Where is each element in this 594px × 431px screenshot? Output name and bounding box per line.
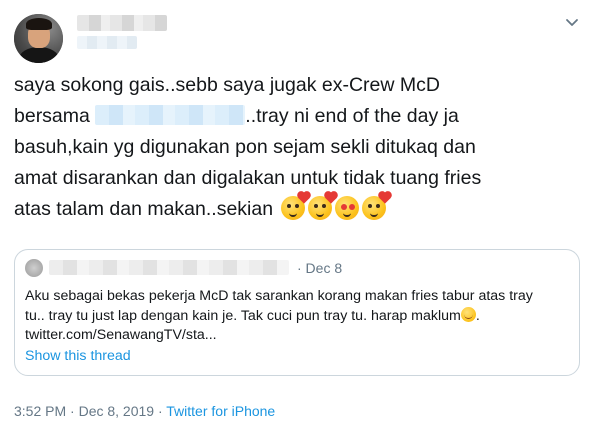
kiss-wink-heart-emoji-icon bbox=[281, 192, 311, 220]
show-thread-link[interactable]: Show this thread bbox=[25, 347, 131, 365]
quoted-date[interactable]: · Dec 8 bbox=[297, 259, 342, 277]
tweet-text-line: basuh,kain yg digunakan pon sejam sekli … bbox=[14, 136, 476, 158]
mention-redacted[interactable] bbox=[95, 105, 246, 125]
smiling-face-with-hearts-emoji-icon bbox=[362, 192, 392, 220]
avatar[interactable] bbox=[14, 14, 63, 63]
tweet-timestamp[interactable]: 3:52 PM · Dec 8, 2019 bbox=[14, 403, 154, 419]
quoted-text-line: Aku sebagai bekas pekerja McD tak sarank… bbox=[25, 288, 533, 304]
heart-eyes-emoji-icon bbox=[335, 196, 360, 220]
kiss-wink-heart-emoji-icon bbox=[308, 192, 338, 220]
quoted-text-fragment: tu.. tray tu just lap dengan kain je. Ta… bbox=[25, 307, 461, 324]
author-name-redacted[interactable] bbox=[77, 15, 167, 31]
quoted-author-redacted[interactable] bbox=[49, 260, 289, 275]
tweet-text-line: saya sokong gais..sebb saya jugak ex-Cre… bbox=[14, 74, 440, 96]
meta-separator: · bbox=[154, 403, 167, 419]
quoted-text: Aku sebagai bekas pekerja McD tak sarank… bbox=[25, 287, 565, 346]
tweet-text-line: bersama ..tray ni end of the day ja bbox=[14, 101, 580, 132]
author-handle-redacted[interactable] bbox=[77, 36, 137, 49]
tweet-text-line: amat disarankan dan digalakan untuk tida… bbox=[14, 167, 482, 189]
chevron-down-icon[interactable] bbox=[564, 14, 580, 30]
tweet-card: saya sokong gais..sebb saya jugak ex-Cre… bbox=[0, 0, 594, 431]
tweet-text-line: atas talam dan makan..sekian bbox=[14, 192, 580, 225]
tweet-meta: 3:52 PM · Dec 8, 2019 · Twitter for iPho… bbox=[14, 402, 275, 420]
quoted-text-line: tu.. tray tu just lap dengan kain je. Ta… bbox=[25, 306, 480, 324]
quoted-tweet[interactable]: · Dec 8 Aku sebagai bekas pekerja McD ta… bbox=[14, 249, 580, 376]
tweet-text-fragment: bersama bbox=[14, 105, 90, 127]
quoted-link[interactable]: twitter.com/SenawangTV/sta... bbox=[25, 326, 565, 346]
tweet-source[interactable]: Twitter for iPhone bbox=[166, 403, 275, 419]
tweet-text-fragment: ..tray ni end of the day ja bbox=[245, 105, 459, 127]
quoted-avatar[interactable] bbox=[25, 259, 43, 277]
smiling-face-emoji-icon bbox=[460, 306, 476, 322]
tweet-text: saya sokong gais..sebb saya jugak ex-Cre… bbox=[14, 70, 580, 225]
tweet-text-fragment: atas talam dan makan..sekian bbox=[14, 198, 274, 220]
